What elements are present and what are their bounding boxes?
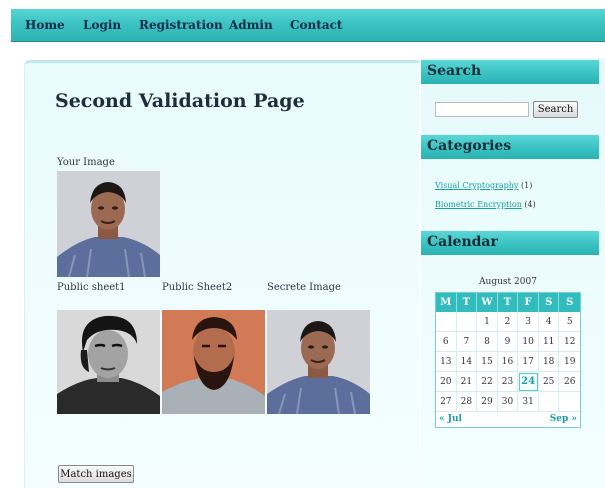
calendar-weekday-row: M T W T F S S — [436, 293, 581, 312]
category-item: Biometric Encryption (4) — [435, 200, 536, 209]
calendar-day-cell[interactable]: 4 — [538, 312, 560, 332]
search-heading: Search — [421, 60, 599, 84]
public-sheet2-photo — [162, 310, 265, 414]
calendar-week-row: 20 21 22 23 24 25 26 — [436, 372, 581, 392]
calendar-day-cell[interactable]: 11 — [538, 332, 560, 352]
public-sheet1-label: Public sheet1 — [57, 282, 126, 293]
your-image-photo — [57, 171, 160, 277]
calendar-day-cell[interactable]: 31 — [518, 392, 539, 412]
calendar-week-row: 6 7 8 9 10 11 12 — [436, 332, 581, 352]
calendar-empty-cell — [436, 312, 457, 332]
public-sheet1-photo — [57, 310, 160, 414]
secret-image-photo — [267, 310, 370, 414]
calendar-day-cell[interactable]: 14 — [456, 352, 478, 372]
calendar-day-cell[interactable]: 16 — [497, 352, 519, 372]
secret-image-label: Secrete Image — [267, 282, 341, 293]
calendar-grid: M T W T F S S 1 2 3 4 5 6 7 8 9 10 11 12 13 14 15 16 17 1… — [435, 292, 581, 428]
nav-contact-link[interactable]: Contact — [290, 18, 342, 32]
calendar-day-cell[interactable]: 26 — [559, 372, 581, 392]
calendar-day-cell[interactable]: 29 — [477, 392, 498, 412]
calendar-day-cell[interactable]: 25 — [538, 372, 560, 392]
calendar-empty-cell — [456, 312, 478, 332]
calendar-weeks: 1 2 3 4 5 6 7 8 9 10 11 12 13 14 15 16 17 18 19 20 21 22 23 24 2… — [436, 312, 581, 412]
weekday-header: W — [477, 293, 498, 312]
calendar-day-cell[interactable]: 8 — [477, 332, 498, 352]
calendar-day-cell[interactable]: 13 — [436, 352, 457, 372]
calendar-day-cell[interactable]: 19 — [559, 352, 581, 372]
category-item: Visual Cryptography (1) — [435, 181, 532, 190]
calendar-day-cell[interactable]: 1 — [477, 312, 498, 332]
calendar-week-row: 12345 — [436, 312, 581, 332]
calendar-day-cell[interactable]: 3 — [518, 312, 539, 332]
calendar-day-cell[interactable]: 9 — [497, 332, 519, 352]
calendar-day-cell[interactable]: 20 — [436, 372, 457, 392]
nav-login-link[interactable]: Login — [83, 18, 121, 32]
weekday-header: T — [456, 293, 478, 312]
calendar-today-cell[interactable]: 24 — [518, 372, 539, 392]
search-button[interactable]: Search — [533, 101, 578, 118]
calendar-day-cell[interactable]: 17 — [518, 352, 539, 372]
calendar-week-row: 13 14 15 16 17 18 19 — [436, 352, 581, 372]
calendar-day-cell[interactable]: 5 — [559, 312, 581, 332]
weekday-header: T — [497, 293, 519, 312]
public-sheet2-label: Public Sheet2 — [162, 282, 233, 293]
calendar-day-cell[interactable]: 28 — [456, 392, 478, 412]
category-link-visual-cryptography[interactable]: Visual Cryptography — [435, 181, 518, 190]
calendar-day-cell[interactable]: 18 — [538, 352, 560, 372]
calendar-day-cell[interactable]: 23 — [497, 372, 519, 392]
calendar-day-cell[interactable]: 2 — [497, 312, 519, 332]
weekday-header: F — [518, 293, 539, 312]
calendar-empty-cell — [559, 392, 581, 412]
calendar-day-cell[interactable]: 27 — [436, 392, 457, 412]
match-images-button[interactable]: Match images — [58, 465, 134, 483]
category-count: (4) — [524, 200, 536, 209]
calendar-week-row: 27 28 29 30 31 — [436, 392, 581, 412]
calendar-day-cell[interactable]: 7 — [456, 332, 478, 352]
category-count: (1) — [521, 181, 533, 190]
calendar-day-cell[interactable]: 10 — [518, 332, 539, 352]
calendar-prev-link[interactable]: « Jul — [439, 414, 462, 424]
calendar-day-cell[interactable]: 30 — [497, 392, 519, 412]
calendar-empty-cell — [538, 392, 560, 412]
weekday-header: M — [436, 293, 457, 312]
nav-registration-link[interactable]: Registration — [139, 18, 223, 32]
page-title: Second Validation Page — [55, 90, 305, 112]
weekday-header: S — [559, 293, 581, 312]
nav-admin-link[interactable]: Admin — [229, 18, 273, 32]
categories-heading: Categories — [421, 135, 599, 159]
category-link-biometric-encryption[interactable]: Biometric Encryption — [435, 200, 522, 209]
calendar-day-cell[interactable]: 12 — [559, 332, 581, 352]
calendar-next-link[interactable]: Sep » — [550, 414, 577, 424]
calendar-day-cell[interactable]: 6 — [436, 332, 457, 352]
top-navigation-bar: Home Login Registration Admin Contact — [11, 9, 605, 42]
calendar-day-cell[interactable]: 15 — [477, 352, 498, 372]
calendar-day-cell[interactable]: 22 — [477, 372, 498, 392]
nav-home-link[interactable]: Home — [25, 18, 65, 32]
calendar-month-label: August 2007 — [479, 277, 537, 287]
your-image-label: Your Image — [57, 157, 115, 168]
search-input[interactable] — [435, 102, 529, 117]
weekday-header: S — [538, 293, 560, 312]
calendar-heading: Calendar — [421, 231, 599, 255]
calendar-nav: « Jul Sep » — [436, 412, 580, 427]
calendar-day-cell[interactable]: 21 — [456, 372, 478, 392]
